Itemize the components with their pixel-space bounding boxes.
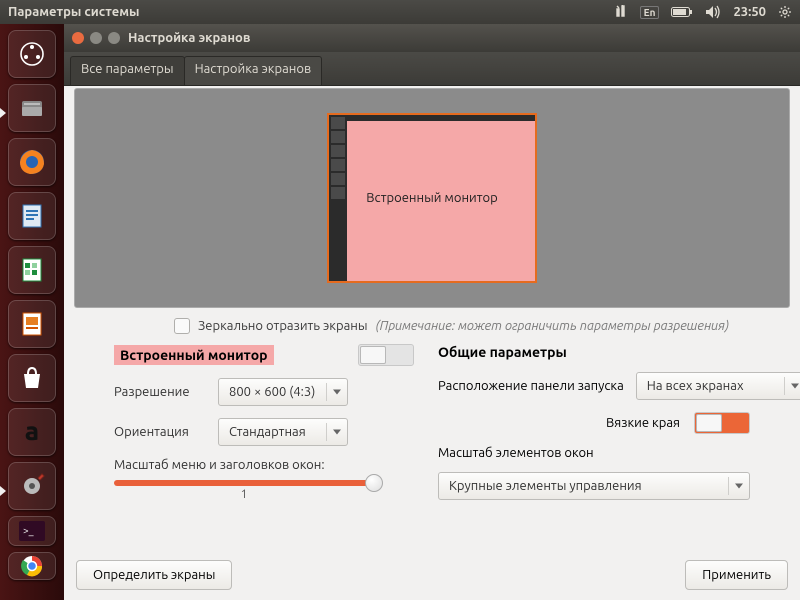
svg-text:>_: >_	[23, 525, 34, 536]
launcher-software-center[interactable]	[8, 354, 56, 402]
launcher-impress[interactable]	[8, 300, 56, 348]
clock[interactable]: 23:50	[733, 5, 766, 19]
panel-app-title: Параметры системы	[8, 5, 614, 19]
launcher-amazon[interactable]: a	[8, 408, 56, 456]
launcher-terminal[interactable]: >_	[8, 516, 56, 546]
mirror-note: (Примечание: может ограничить параметры …	[376, 319, 729, 333]
launcher-firefox[interactable]	[8, 138, 56, 186]
path-bar: Все параметры Настройка экранов	[64, 52, 800, 86]
monitor-preview-label: Встроенный монитор	[366, 191, 497, 205]
detect-displays-button[interactable]: Определить экраны	[76, 560, 232, 590]
launcher-system-settings[interactable]	[8, 462, 56, 510]
window-titlebar[interactable]: Настройка экранов	[64, 24, 800, 52]
mirror-displays-checkbox[interactable]	[174, 318, 190, 334]
launcher-files[interactable]	[8, 84, 56, 132]
sticky-edges-label: Вязкие края	[606, 416, 680, 430]
ui-scale-label: Масштаб меню и заголовков окон:	[114, 458, 414, 472]
breadcrumb-displays[interactable]: Настройка экранов	[184, 56, 323, 85]
top-panel: Параметры системы En 23:50	[0, 0, 800, 24]
window-scale-combo[interactable]: Крупные элементы управления	[438, 472, 750, 500]
selected-monitor-header: Встроенный монитор	[114, 345, 274, 365]
slider-handle[interactable]	[365, 474, 383, 492]
unity-launcher: a >_	[0, 24, 64, 600]
launcher-calc[interactable]	[8, 246, 56, 294]
monitor-preview[interactable]: Встроенный монитор	[327, 113, 537, 283]
orientation-combo[interactable]: Стандартная	[218, 418, 348, 446]
sound-icon[interactable]	[705, 5, 721, 19]
settings-window: Настройка экранов Все параметры Настройк…	[64, 24, 800, 600]
window-max-button[interactable]	[108, 32, 120, 44]
general-header: Общие параметры	[438, 344, 567, 360]
mirror-displays-label: Зеркально отразить экраны	[198, 319, 368, 333]
window-title: Настройка экранов	[128, 31, 250, 45]
orientation-label: Ориентация	[114, 425, 206, 439]
launcher-writer[interactable]	[8, 192, 56, 240]
window-min-button[interactable]	[90, 32, 102, 44]
ui-scale-slider[interactable]	[114, 480, 374, 486]
resolution-combo[interactable]: 800 × 600 (4:3)	[218, 378, 348, 406]
monitor-power-toggle[interactable]	[358, 344, 414, 366]
window-close-button[interactable]	[72, 32, 84, 44]
battery-icon[interactable]	[671, 6, 693, 18]
keyboard-layout-indicator[interactable]: En	[640, 6, 660, 19]
launcher-dash[interactable]	[8, 30, 56, 78]
launcher-placement-label: Расположение панели запуска	[438, 379, 624, 393]
ui-scale-value: 1	[114, 488, 374, 501]
breadcrumb-all-settings[interactable]: Все параметры	[70, 56, 185, 85]
window-scale-label: Масштаб элементов окон	[438, 446, 594, 460]
launcher-chrome[interactable]	[8, 552, 56, 580]
indicator-area: En 23:50	[614, 5, 792, 19]
network-icon[interactable]	[614, 5, 628, 19]
launcher-placement-combo[interactable]: На всех экранах	[636, 372, 800, 400]
sticky-edges-toggle[interactable]	[694, 412, 750, 434]
display-preview-area[interactable]: Встроенный монитор	[74, 88, 790, 308]
resolution-label: Разрешение	[114, 385, 206, 399]
apply-button[interactable]: Применить	[685, 560, 788, 590]
gear-icon[interactable]	[778, 5, 792, 19]
